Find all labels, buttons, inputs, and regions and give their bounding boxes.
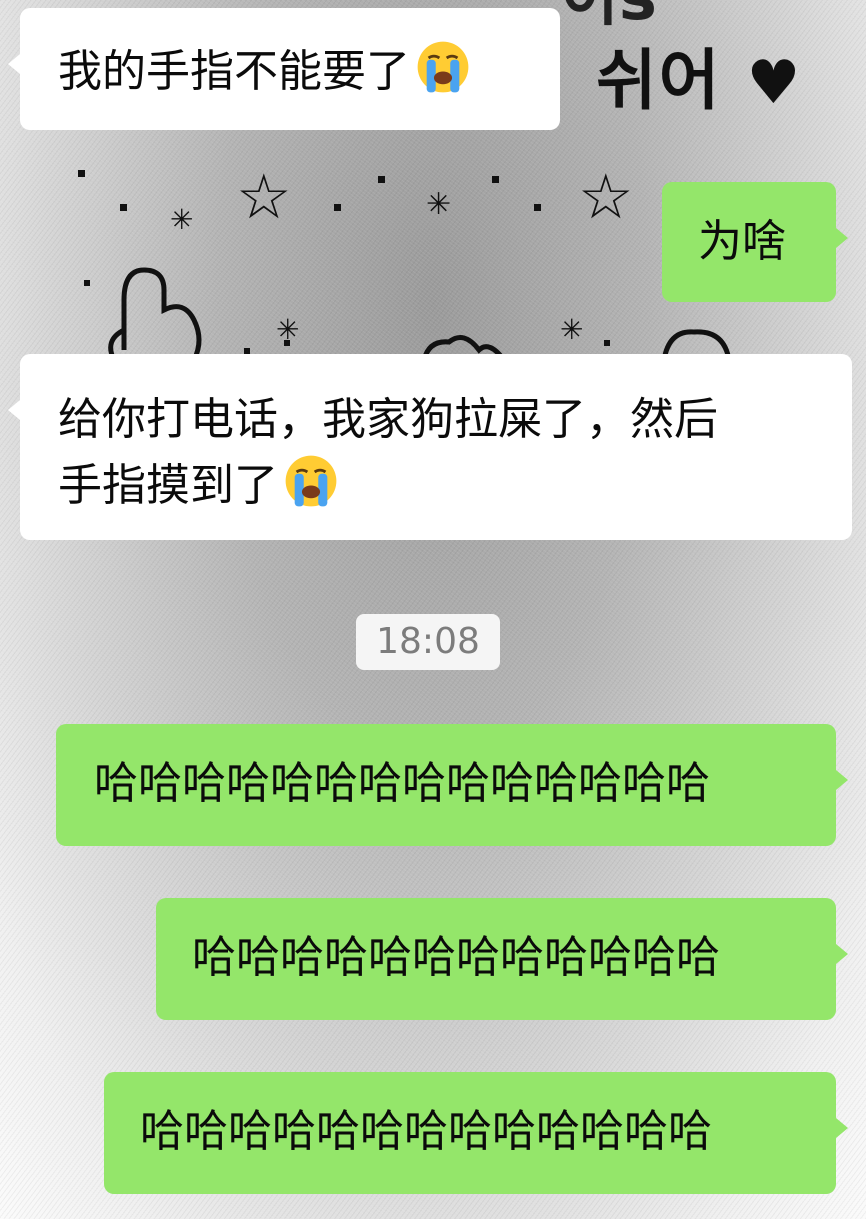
loudly-crying-face-icon bbox=[285, 455, 337, 507]
message-text: 哈哈哈哈哈哈哈哈哈哈哈哈 bbox=[192, 932, 720, 983]
asterisk-icon: ✳ bbox=[170, 203, 194, 236]
bubble-tail bbox=[836, 770, 848, 790]
message-text-line-with-emoji: 手指摸到了 bbox=[58, 452, 852, 518]
message-bubble-incoming[interactable]: 我的手指不能要了 bbox=[8, 8, 560, 130]
message-text: 哈哈哈哈哈哈哈哈哈哈哈哈哈 bbox=[140, 1106, 712, 1157]
wallpaper-top-text: 이s bbox=[560, 0, 657, 30]
message-bubble-outgoing[interactable]: 哈哈哈哈哈哈哈哈哈哈哈哈 bbox=[156, 898, 848, 1020]
dot-decoration bbox=[378, 176, 385, 183]
message-bubble-outgoing[interactable]: 为啥 bbox=[662, 182, 848, 302]
dot-decoration bbox=[334, 204, 341, 211]
timestamp-badge: 18:08 bbox=[356, 614, 500, 670]
dot-decoration bbox=[120, 204, 127, 211]
bubble-tail bbox=[836, 1118, 848, 1138]
message-text-line: 给你打电话，我家狗拉屎了，然后 bbox=[58, 394, 718, 445]
heart-icon: ♥ bbox=[746, 48, 803, 118]
message-text: 哈哈哈哈哈哈哈哈哈哈哈哈哈哈 bbox=[94, 758, 710, 809]
bubble-tail bbox=[836, 944, 848, 964]
loudly-crying-face-icon bbox=[417, 41, 469, 93]
message-text: 我的手指不能要了 bbox=[58, 46, 410, 97]
asterisk-icon: ✳ bbox=[426, 187, 452, 222]
dot-decoration bbox=[534, 204, 541, 211]
bubble-tail bbox=[8, 400, 20, 420]
dot-decoration bbox=[492, 176, 499, 183]
message-bubble-outgoing[interactable]: 哈哈哈哈哈哈哈哈哈哈哈哈哈 bbox=[104, 1072, 848, 1194]
message-text: 为啥 bbox=[698, 216, 786, 267]
message-bubble-outgoing[interactable]: 哈哈哈哈哈哈哈哈哈哈哈哈哈哈 bbox=[56, 724, 848, 846]
bubble-tail bbox=[836, 228, 848, 248]
dot-decoration bbox=[78, 170, 85, 177]
wallpaper-korean-word: 쉬어 bbox=[596, 42, 722, 119]
wallpaper-korean-text: 쉬어 ♥ bbox=[596, 48, 802, 114]
bubble-tail bbox=[8, 54, 20, 74]
message-text-line: 手指摸到了 bbox=[58, 460, 278, 511]
star-outline-icon: ☆ bbox=[578, 160, 634, 233]
message-bubble-incoming[interactable]: 给你打电话，我家狗拉屎了，然后 手指摸到了 bbox=[8, 354, 852, 540]
star-outline-icon: ☆ bbox=[236, 160, 292, 233]
